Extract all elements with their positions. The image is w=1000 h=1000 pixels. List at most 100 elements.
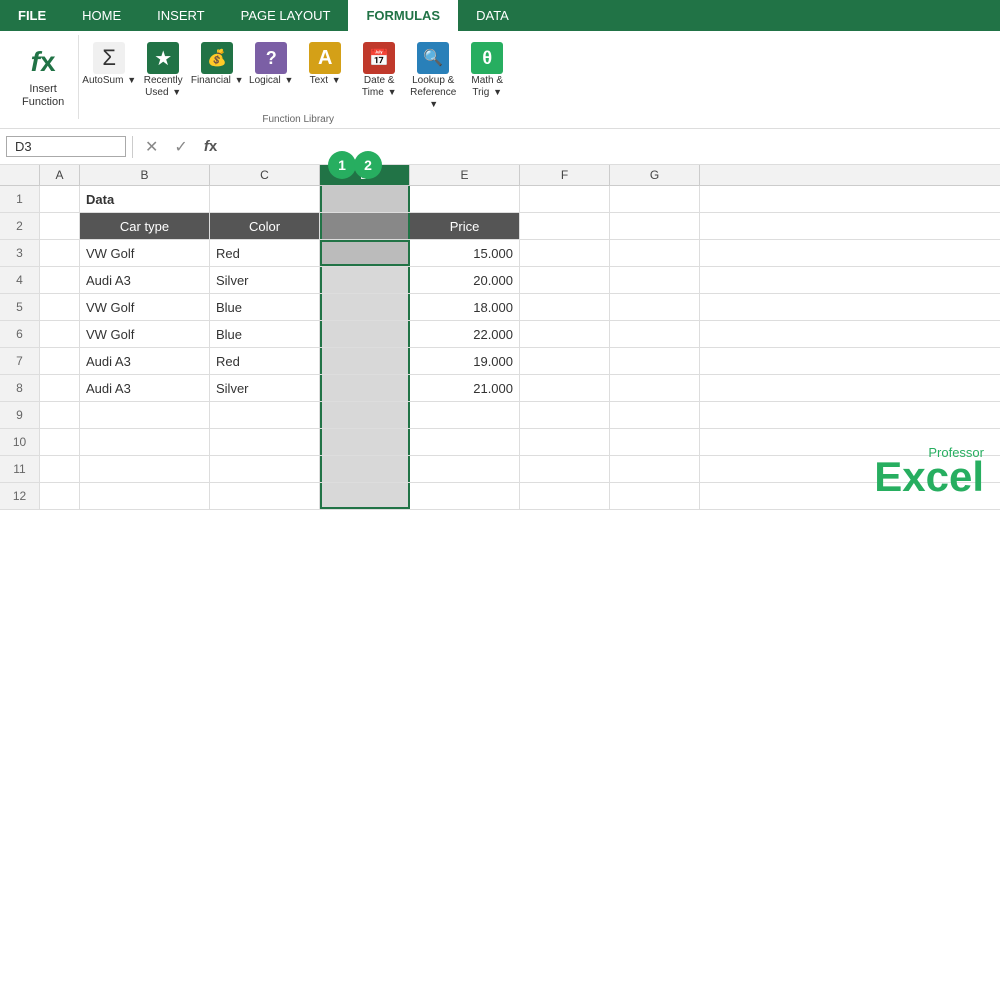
cell-g1[interactable] (610, 186, 700, 212)
cell-c12[interactable] (210, 483, 320, 509)
insert-function-fx-button[interactable]: fx (198, 136, 223, 157)
cell-a2[interactable] (40, 213, 80, 239)
tab-page-layout[interactable]: PAGE LAYOUT (223, 0, 349, 31)
lookup-button[interactable]: 🔍 Lookup & Reference ▼ (407, 39, 459, 114)
cell-c8[interactable]: Silver (210, 375, 320, 401)
cell-f3[interactable] (520, 240, 610, 266)
cell-g9[interactable] (610, 402, 700, 428)
insert-function-button[interactable]: fx Insert Function (16, 39, 70, 113)
cell-c5[interactable]: Blue (210, 294, 320, 320)
cell-b8[interactable]: Audi A3 (80, 375, 210, 401)
text-button[interactable]: A Text ▼ (299, 39, 351, 114)
cell-e7[interactable]: 19.000 (410, 348, 520, 374)
cell-f4[interactable] (520, 267, 610, 293)
cell-a6[interactable] (40, 321, 80, 347)
tab-home[interactable]: HOME (64, 0, 139, 31)
datetime-button[interactable]: 📅 Date & Time ▼ (353, 39, 405, 114)
cell-e3[interactable]: 15.000 (410, 240, 520, 266)
cell-d8[interactable] (320, 375, 410, 401)
cell-c9[interactable] (210, 402, 320, 428)
tab-insert[interactable]: INSERT (139, 0, 222, 31)
autosum-button[interactable]: Σ AutoSum ▼ (83, 39, 135, 114)
cell-f12[interactable] (520, 483, 610, 509)
cell-d2[interactable] (320, 213, 410, 239)
cell-g11[interactable] (610, 456, 700, 482)
cell-a7[interactable] (40, 348, 80, 374)
cell-e10[interactable] (410, 429, 520, 455)
cell-a3[interactable] (40, 240, 80, 266)
financial-button[interactable]: 💰 Financial ▼ (191, 39, 243, 114)
cell-a1[interactable] (40, 186, 80, 212)
cell-a9[interactable] (40, 402, 80, 428)
cell-e2[interactable]: Price (410, 213, 520, 239)
cell-f8[interactable] (520, 375, 610, 401)
cell-b3[interactable]: VW Golf (80, 240, 210, 266)
cell-d4[interactable] (320, 267, 410, 293)
cell-e8[interactable]: 21.000 (410, 375, 520, 401)
cell-e9[interactable] (410, 402, 520, 428)
cell-b4[interactable]: Audi A3 (80, 267, 210, 293)
cell-g5[interactable] (610, 294, 700, 320)
col-header-d[interactable]: 1 2 D (320, 165, 410, 185)
cell-b9[interactable] (80, 402, 210, 428)
cell-g4[interactable] (610, 267, 700, 293)
cell-d11[interactable] (320, 456, 410, 482)
cell-d12[interactable] (320, 483, 410, 509)
cell-g6[interactable] (610, 321, 700, 347)
cell-d9[interactable] (320, 402, 410, 428)
col-header-a[interactable]: A (40, 165, 80, 185)
cell-b12[interactable] (80, 483, 210, 509)
cell-e12[interactable] (410, 483, 520, 509)
cell-f6[interactable] (520, 321, 610, 347)
cell-b11[interactable] (80, 456, 210, 482)
cell-a11[interactable] (40, 456, 80, 482)
cancel-button[interactable]: ✕ (139, 135, 164, 159)
cell-c2[interactable]: Color (210, 213, 320, 239)
cell-c6[interactable]: Blue (210, 321, 320, 347)
tab-formulas[interactable]: FORMULAS (348, 0, 458, 31)
tab-data[interactable]: DATA (458, 0, 527, 31)
cell-c11[interactable] (210, 456, 320, 482)
cell-g7[interactable] (610, 348, 700, 374)
cell-d1[interactable] (320, 186, 410, 212)
cell-a12[interactable] (40, 483, 80, 509)
cell-c4[interactable]: Silver (210, 267, 320, 293)
cell-d10[interactable] (320, 429, 410, 455)
col-header-e[interactable]: E (410, 165, 520, 185)
col-header-g[interactable]: G (610, 165, 700, 185)
cell-g10[interactable] (610, 429, 700, 455)
cell-a10[interactable] (40, 429, 80, 455)
col-header-c[interactable]: C (210, 165, 320, 185)
cell-d6[interactable] (320, 321, 410, 347)
cell-e6[interactable]: 22.000 (410, 321, 520, 347)
cell-a5[interactable] (40, 294, 80, 320)
cell-f1[interactable] (520, 186, 610, 212)
cell-f9[interactable] (520, 402, 610, 428)
tab-file[interactable]: FILE (0, 0, 64, 31)
logical-button[interactable]: ? Logical ▼ (245, 39, 297, 114)
cell-d3[interactable] (320, 240, 410, 266)
cell-c7[interactable]: Red (210, 348, 320, 374)
cell-b1[interactable]: Data (80, 186, 210, 212)
cell-a4[interactable] (40, 267, 80, 293)
cell-f2[interactable] (520, 213, 610, 239)
cell-a8[interactable] (40, 375, 80, 401)
cell-b7[interactable]: Audi A3 (80, 348, 210, 374)
cell-f11[interactable] (520, 456, 610, 482)
cell-g2[interactable] (610, 213, 700, 239)
cell-c1[interactable] (210, 186, 320, 212)
cell-g12[interactable] (610, 483, 700, 509)
name-box[interactable] (6, 136, 126, 157)
cell-d5[interactable] (320, 294, 410, 320)
cell-f7[interactable] (520, 348, 610, 374)
cell-b5[interactable]: VW Golf (80, 294, 210, 320)
cell-d7[interactable] (320, 348, 410, 374)
cell-e11[interactable] (410, 456, 520, 482)
math-button[interactable]: θ Math & Trig ▼ (461, 39, 513, 114)
cell-f5[interactable] (520, 294, 610, 320)
cell-c10[interactable] (210, 429, 320, 455)
recently-used-button[interactable]: ★ Recently Used ▼ (137, 39, 189, 114)
cell-e5[interactable]: 18.000 (410, 294, 520, 320)
cell-f10[interactable] (520, 429, 610, 455)
cell-b2[interactable]: Car type (80, 213, 210, 239)
